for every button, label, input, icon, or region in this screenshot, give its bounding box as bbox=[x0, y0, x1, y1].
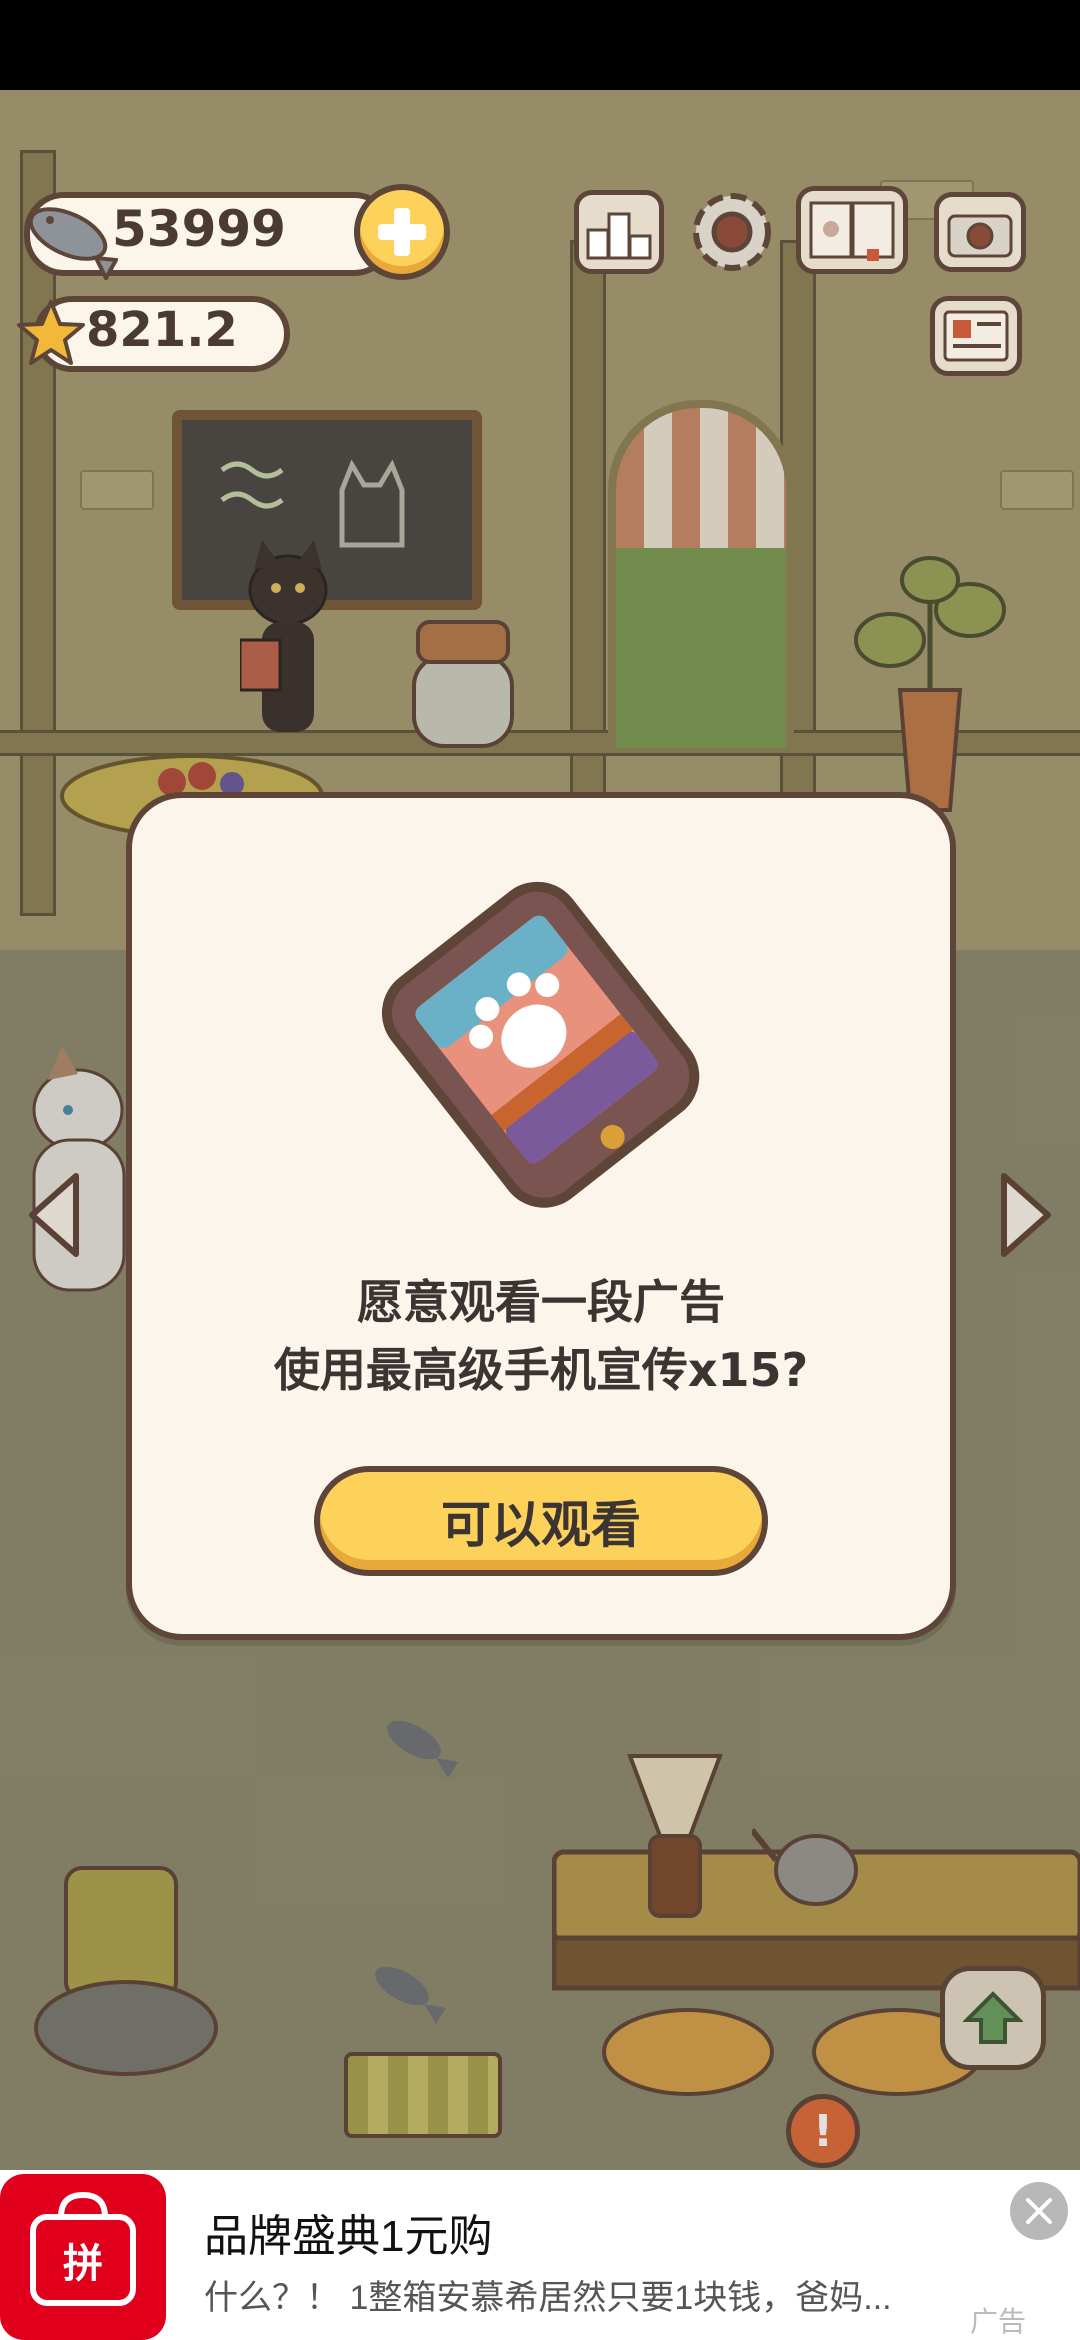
leaderboard-icon bbox=[586, 212, 652, 260]
newspaper-icon bbox=[943, 310, 1009, 362]
plus-icon bbox=[378, 208, 426, 256]
watch-ad-button[interactable]: 可以观看 bbox=[314, 1466, 768, 1576]
phone-paw-icon bbox=[370, 874, 710, 1214]
gear-icon[interactable] bbox=[686, 186, 778, 278]
close-icon bbox=[1026, 2198, 1052, 2224]
ad-logo[interactable]: 拼 bbox=[0, 2174, 166, 2340]
status-bar bbox=[0, 0, 1080, 90]
book-button[interactable] bbox=[796, 186, 908, 274]
fish-count: 53999 bbox=[112, 200, 286, 258]
leaderboard-button[interactable] bbox=[574, 190, 664, 274]
ad-close-button[interactable] bbox=[1010, 2182, 1068, 2240]
dialog-line-2: 使用最高级手机宣传x15? bbox=[273, 1343, 809, 1397]
ad-logo-text: 拼 bbox=[63, 2241, 103, 2287]
star-count: 821.2 bbox=[86, 302, 238, 358]
watch-ad-dialog: 愿意观看一段广告 使用最高级手机宣传x15? 可以观看 bbox=[126, 792, 956, 1640]
newspaper-button[interactable] bbox=[930, 296, 1022, 376]
dialog-message: 愿意观看一段广告 使用最高级手机宣传x15? bbox=[132, 1268, 950, 1404]
star-icon bbox=[16, 298, 86, 368]
ad-description[interactable]: 什么？！ 1整箱安慕希居然只要1块钱，爸妈... bbox=[204, 2270, 924, 2319]
plus-button[interactable] bbox=[354, 184, 450, 280]
book-icon bbox=[809, 201, 895, 261]
camera-button[interactable] bbox=[934, 192, 1026, 272]
fish-icon bbox=[18, 190, 120, 283]
watch-ad-button-label: 可以观看 bbox=[441, 1496, 641, 1554]
camera-icon bbox=[947, 214, 1013, 258]
ad-title[interactable]: 品牌盛典1元购 bbox=[204, 2200, 492, 2264]
dialog-line-1: 愿意观看一段广告 bbox=[357, 1275, 725, 1329]
ad-tag: 广告 bbox=[970, 2306, 1027, 2337]
